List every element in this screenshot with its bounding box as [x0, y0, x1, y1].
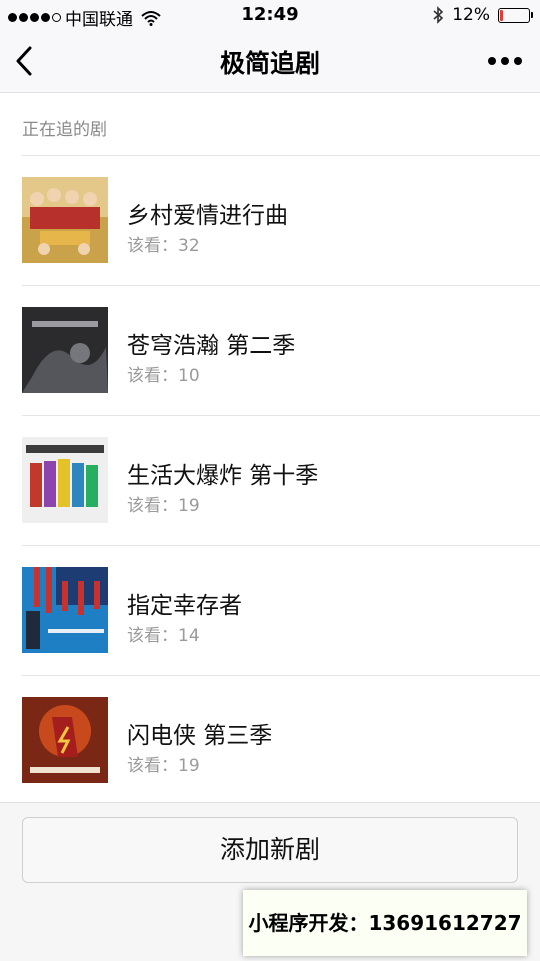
- episode-count: 该看：19: [127, 756, 200, 776]
- episode-count: 该看：19: [127, 496, 200, 516]
- show-item[interactable]: 指定幸存者 该看：14: [22, 545, 540, 675]
- show-list: 乡村爱情进行曲 该看：32 苍穹浩瀚 第二季 该看：10 生活大爆炸 第十季 该…: [0, 155, 540, 805]
- show-name: 乡村爱情进行曲: [127, 203, 288, 229]
- status-bar: 中国联通 12:49 12%: [0, 0, 540, 30]
- battery-percent: 12%: [452, 5, 490, 25]
- add-show-button[interactable]: 添加新剧: [22, 817, 518, 883]
- navigation-bar: 极简追剧: [0, 30, 540, 93]
- battery-icon: [498, 7, 533, 23]
- page-title: 极简追剧: [219, 49, 320, 78]
- show-poster-image: [22, 697, 108, 783]
- show-poster-image: [22, 437, 108, 523]
- show-item[interactable]: 乡村爱情进行曲 该看：32: [22, 155, 540, 285]
- episode-count: 该看：10: [127, 366, 200, 386]
- show-name: 闪电侠 第三季: [127, 723, 273, 749]
- show-item[interactable]: 闪电侠 第三季 该看：19: [22, 675, 540, 805]
- show-poster-image: [22, 177, 108, 263]
- show-name: 生活大爆炸 第十季: [127, 463, 319, 489]
- developer-watermark: 小程序开发：13691612727: [243, 890, 527, 956]
- show-name: 苍穹浩瀚 第二季: [127, 333, 296, 359]
- show-poster-image: [22, 307, 108, 393]
- more-dots-icon[interactable]: [488, 57, 522, 65]
- show-item[interactable]: 苍穹浩瀚 第二季 该看：10: [22, 285, 540, 415]
- section-title: 正在追的剧: [22, 120, 107, 140]
- episode-count: 该看：14: [127, 626, 200, 646]
- show-poster-image: [22, 567, 108, 653]
- episode-count: 该看：32: [127, 236, 200, 256]
- show-name: 指定幸存者: [127, 593, 242, 619]
- battery-level: [500, 9, 503, 21]
- show-item[interactable]: 生活大爆炸 第十季 该看：19: [22, 415, 540, 545]
- bluetooth-icon: [433, 6, 444, 24]
